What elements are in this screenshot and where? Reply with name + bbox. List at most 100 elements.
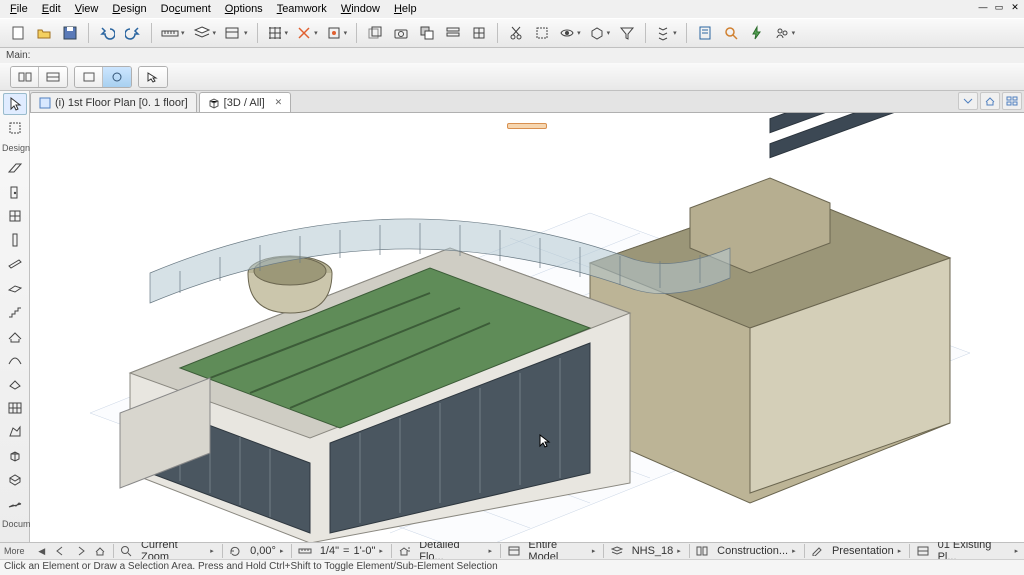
wall-tool[interactable] bbox=[3, 157, 27, 179]
camera-icon[interactable] bbox=[389, 21, 413, 45]
layerset-icon[interactable] bbox=[608, 544, 625, 559]
layer-combo[interactable] bbox=[190, 21, 220, 45]
graphic-override[interactable]: 01 Existing Pl...▸ bbox=[934, 544, 1023, 559]
tab-nav-dropdown[interactable] bbox=[958, 92, 978, 110]
scale-icon[interactable] bbox=[296, 544, 313, 559]
filter-button[interactable] bbox=[615, 21, 639, 45]
detail-level[interactable]: Detailed Flo...▸ bbox=[415, 544, 496, 559]
zone-tool[interactable] bbox=[3, 469, 27, 491]
redo-button[interactable] bbox=[121, 21, 145, 45]
tab-floorplan[interactable]: (i) 1st Floor Plan [0. 1 floor] bbox=[30, 92, 197, 112]
nav-back[interactable] bbox=[52, 544, 69, 559]
suspend-groups[interactable] bbox=[530, 21, 554, 45]
marquee-button[interactable] bbox=[652, 21, 680, 45]
menu-file[interactable]: File bbox=[4, 1, 34, 17]
arrow-method[interactable] bbox=[139, 67, 167, 87]
slab-tool[interactable] bbox=[3, 277, 27, 299]
filter-icon[interactable] bbox=[914, 544, 931, 559]
grid-snap[interactable] bbox=[264, 21, 292, 45]
curtainwall-tool[interactable] bbox=[3, 397, 27, 419]
geom-method-2[interactable] bbox=[39, 67, 67, 87]
reno-icon[interactable] bbox=[694, 544, 711, 559]
scroll-left[interactable]: ◀ bbox=[33, 544, 50, 559]
menu-view[interactable]: View bbox=[69, 1, 105, 17]
menu-window[interactable]: Window bbox=[335, 1, 386, 17]
cursor-icon bbox=[538, 433, 554, 449]
tab-label: [3D / All] bbox=[224, 97, 265, 109]
menu-edit[interactable]: Edit bbox=[36, 1, 67, 17]
layer-settings[interactable] bbox=[221, 21, 251, 45]
beam-tool[interactable] bbox=[3, 253, 27, 275]
penset-field[interactable]: Presentation▸ bbox=[828, 544, 905, 559]
tab-grid-icon[interactable] bbox=[1002, 92, 1022, 110]
shell-tool[interactable] bbox=[3, 349, 27, 371]
3d-viewport[interactable] bbox=[30, 113, 1024, 542]
zoom-dropdown[interactable]: Current Zoom▸ bbox=[137, 544, 218, 559]
menu-document[interactable]: Document bbox=[155, 1, 217, 17]
floorplan-icon bbox=[39, 97, 51, 109]
docum-header: Docum bbox=[0, 517, 29, 531]
stair-tool[interactable] bbox=[3, 301, 27, 323]
energy-icon[interactable] bbox=[745, 21, 769, 45]
roof-tool[interactable] bbox=[3, 325, 27, 347]
sel-method-2[interactable] bbox=[103, 67, 131, 87]
teamwork-dropdown[interactable] bbox=[771, 21, 799, 45]
mesh-tool[interactable] bbox=[3, 493, 27, 515]
model-view-options[interactable] bbox=[441, 21, 465, 45]
3d-cutaway[interactable] bbox=[586, 21, 614, 45]
nav-home[interactable] bbox=[91, 544, 108, 559]
sel-method-1[interactable] bbox=[75, 67, 103, 87]
menu-help[interactable]: Help bbox=[388, 1, 423, 17]
snap-guides[interactable] bbox=[293, 21, 321, 45]
reno-filter[interactable]: Construction...▸ bbox=[713, 544, 799, 559]
show-all[interactable] bbox=[556, 21, 584, 45]
menu-bar: File Edit View Design Document Options T… bbox=[0, 0, 1024, 18]
more-label[interactable]: More bbox=[2, 546, 31, 556]
new-button[interactable] bbox=[6, 21, 30, 45]
renovation-button[interactable] bbox=[467, 21, 491, 45]
menu-options[interactable]: Options bbox=[219, 1, 269, 17]
nav-fwd[interactable] bbox=[72, 544, 89, 559]
toolbar-geometry-methods bbox=[0, 63, 1024, 91]
window-close[interactable]: ✕ bbox=[1008, 0, 1022, 14]
angle-field[interactable]: 0,00°▸ bbox=[246, 544, 287, 559]
morph-tool[interactable] bbox=[3, 421, 27, 443]
properties-icon[interactable] bbox=[693, 21, 717, 45]
skylight-tool[interactable] bbox=[3, 373, 27, 395]
tab-3d[interactable]: [3D / All] ✕ bbox=[199, 92, 292, 112]
quick-options-bar: More ◀ Current Zoom▸ 0,00°▸ 1/4" = 1'-0"… bbox=[0, 542, 1024, 559]
cut-button[interactable] bbox=[504, 21, 528, 45]
scale-field[interactable]: 1/4" = 1'-0"▸ bbox=[316, 544, 387, 559]
undo-button[interactable] bbox=[95, 21, 119, 45]
toolbar-standard bbox=[0, 18, 1024, 48]
toolbox-palette: Design Docum bbox=[0, 91, 30, 542]
model-icon[interactable] bbox=[505, 544, 522, 559]
element-snap[interactable] bbox=[323, 21, 351, 45]
arrow-tool[interactable] bbox=[3, 93, 27, 115]
model-filter[interactable]: Entire Model▸ bbox=[524, 544, 599, 559]
trace-button[interactable] bbox=[363, 21, 387, 45]
column-tool[interactable] bbox=[3, 229, 27, 251]
object-tool[interactable] bbox=[3, 445, 27, 467]
detail-icon[interactable] bbox=[396, 544, 413, 559]
ruler-tool[interactable] bbox=[158, 21, 188, 45]
layerset-field[interactable]: NHS_18▸ bbox=[628, 544, 685, 559]
pen-icon[interactable] bbox=[809, 544, 826, 559]
menu-teamwork[interactable]: Teamwork bbox=[271, 1, 333, 17]
window-minimize[interactable]: — bbox=[976, 0, 990, 14]
rotate-icon[interactable] bbox=[227, 544, 244, 559]
zoom-icon[interactable] bbox=[118, 544, 135, 559]
save-button[interactable] bbox=[58, 21, 82, 45]
door-tool[interactable] bbox=[3, 181, 27, 203]
find-select[interactable] bbox=[719, 21, 743, 45]
geom-method-1[interactable] bbox=[11, 67, 39, 87]
menu-design[interactable]: Design bbox=[106, 1, 152, 17]
display-order[interactable] bbox=[415, 21, 439, 45]
open-button[interactable] bbox=[32, 21, 56, 45]
marquee-tool[interactable] bbox=[3, 117, 27, 139]
tab-home-icon[interactable] bbox=[980, 92, 1000, 110]
tab-close[interactable]: ✕ bbox=[275, 97, 283, 108]
window-maximize[interactable]: ▭ bbox=[992, 0, 1006, 14]
window-tool[interactable] bbox=[3, 205, 27, 227]
cube-icon bbox=[208, 97, 220, 109]
